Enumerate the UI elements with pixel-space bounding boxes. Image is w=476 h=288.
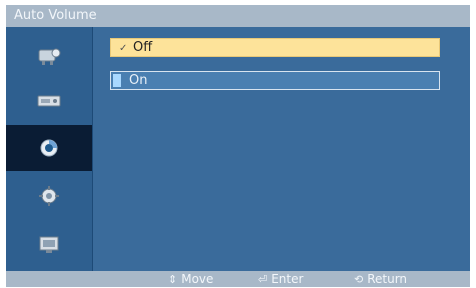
hint-enter-label: Enter <box>271 272 304 286</box>
picture-icon <box>36 44 62 66</box>
checkmark-icon: ✓ <box>119 43 128 54</box>
menu-title: Auto Volume <box>6 5 470 27</box>
sidebar-item-settings[interactable] <box>6 173 92 219</box>
return-icon: ⟲ <box>354 273 364 286</box>
hint-return-label: Return <box>367 272 408 286</box>
input-icon <box>37 234 61 254</box>
hint-move-label: Move <box>181 272 214 286</box>
gear-icon <box>38 185 60 207</box>
option-on-label: On <box>129 73 148 88</box>
sidebar <box>6 27 93 271</box>
footer-hints: ⇕ Move ⏎ Enter ⟲ Return <box>6 271 470 287</box>
up-down-arrow-icon: ⇕ <box>168 273 178 286</box>
option-off[interactable]: ✓ Off <box>110 38 440 57</box>
hint-enter: ⏎ Enter <box>258 271 303 288</box>
osd-window: Auto Volume ✓ Off On ⇕ Move ⏎ Enter ⟲ Re… <box>0 0 476 287</box>
hint-move: ⇕ Move <box>168 271 213 288</box>
option-off-label: Off <box>133 40 153 55</box>
sidebar-item-setup[interactable] <box>6 125 92 171</box>
sidebar-item-sound[interactable] <box>6 78 92 124</box>
sidebar-divider <box>92 27 93 271</box>
hint-return: ⟲ Return <box>354 271 407 288</box>
setup-icon <box>38 137 60 159</box>
sound-icon <box>36 92 62 110</box>
enter-icon: ⏎ <box>258 273 268 286</box>
sidebar-item-picture[interactable] <box>6 32 92 78</box>
option-on[interactable]: On <box>110 71 440 90</box>
sidebar-item-input[interactable] <box>6 221 92 267</box>
selection-marker <box>113 74 121 87</box>
